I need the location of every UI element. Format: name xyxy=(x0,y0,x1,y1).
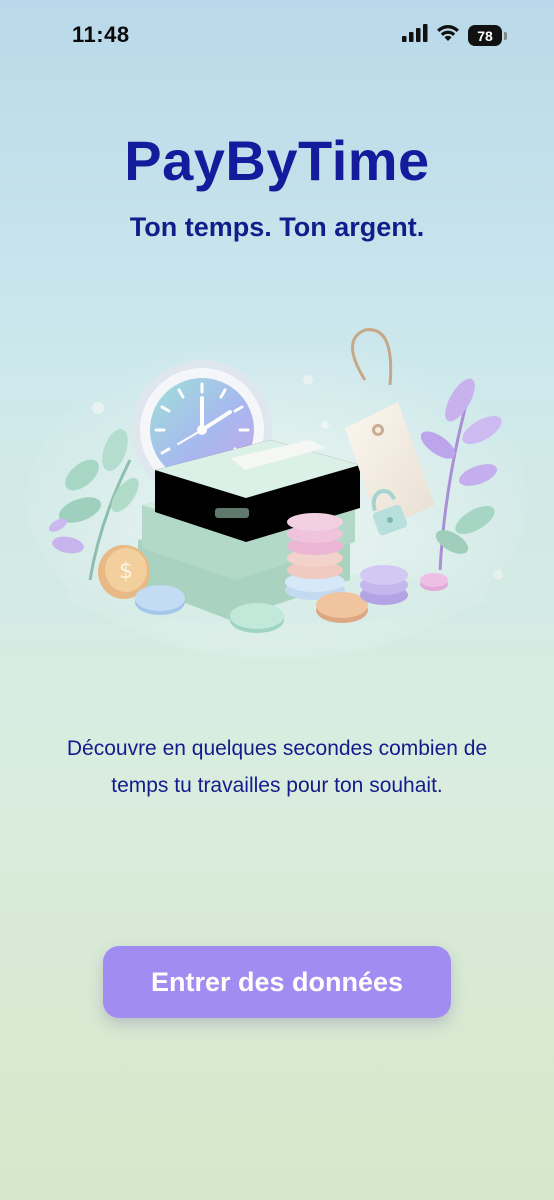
status-time: 11:48 xyxy=(72,22,130,47)
signal-icon xyxy=(402,24,428,47)
wifi-icon xyxy=(436,24,460,47)
welcome-screen: 11:48 78 PayByTime Ton temps. Ton argent… xyxy=(0,0,554,1200)
status-bar: 11:48 78 xyxy=(0,0,554,80)
battery-icon: 78 xyxy=(468,25,508,46)
enter-data-button[interactable]: Entrer des données xyxy=(103,946,451,1018)
coin-stack-icon xyxy=(285,513,345,600)
intro-description: Découvre en quelques secondes combien de… xyxy=(66,737,488,797)
app-title: PayByTime xyxy=(124,129,430,192)
battery-level: 78 xyxy=(468,25,502,46)
svg-text:$: $ xyxy=(119,559,133,584)
status-icons: 78 xyxy=(402,24,508,47)
app-tagline: Ton temps. Ton argent. xyxy=(129,212,425,242)
hero-illustration: $ xyxy=(20,280,534,660)
